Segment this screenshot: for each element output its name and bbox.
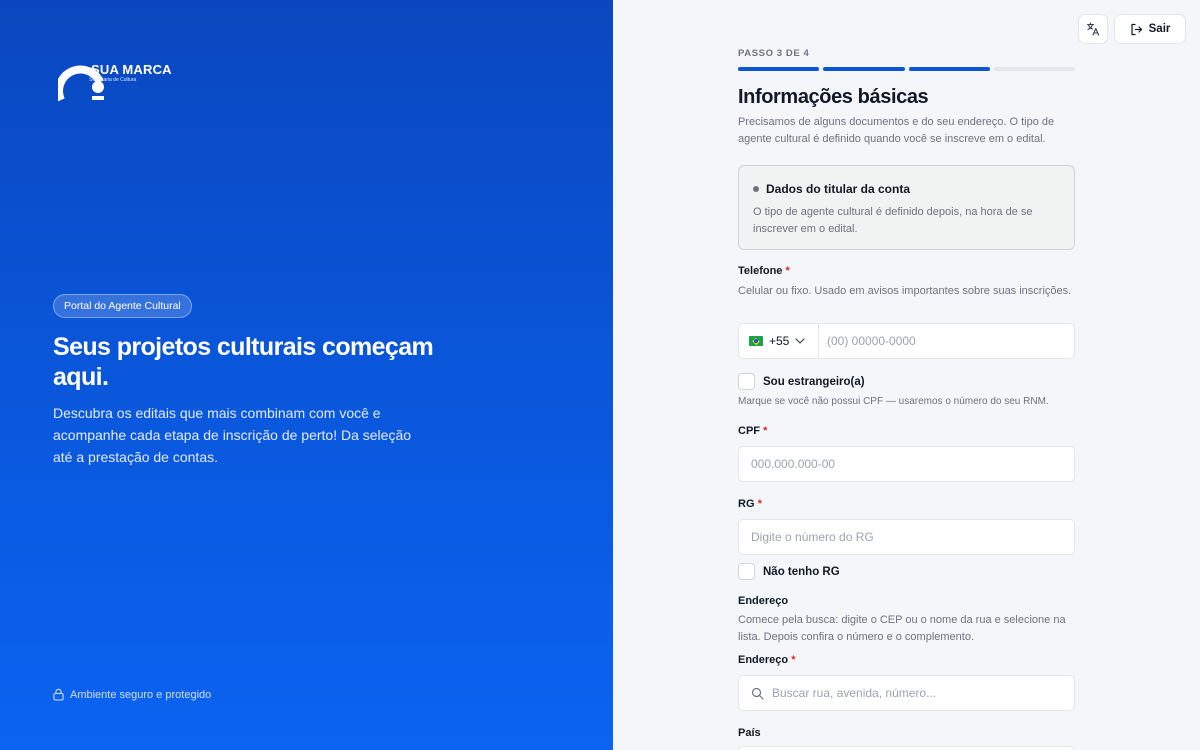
hero-description: Descubra os editais que mais combinam co… — [53, 405, 412, 465]
step-progress — [738, 67, 1075, 71]
cpf-label-text: CPF — [738, 425, 760, 437]
address-search-input[interactable]: Buscar rua, avenida, número... — [738, 675, 1075, 711]
country-code: +55 — [769, 334, 790, 348]
address-label-text: Endereço — [738, 654, 789, 666]
step-indicator: PASSO 3 DE 4 — [738, 48, 810, 59]
exit-button[interactable]: Sair — [1114, 14, 1186, 44]
progress-segment-1 — [738, 67, 820, 71]
phone-label: Telefone * — [738, 265, 790, 277]
search-icon — [751, 687, 764, 700]
hero-title: Seus projetos culturais começam aqui. — [53, 333, 434, 391]
brazil-flag-icon — [749, 336, 763, 346]
address-section-help: Comece pela busca: digite o CEP ou o nom… — [738, 614, 1066, 643]
logout-icon — [1131, 23, 1142, 35]
progress-segment-4 — [993, 67, 1075, 71]
address-section-title: Endereço — [738, 595, 789, 607]
portal-badge: Portal do Agente Cultural — [53, 294, 192, 318]
phone-help: Celular ou fixo. Usado em avisos importa… — [738, 285, 1072, 297]
security-note: Ambiente seguro e protegido — [53, 688, 211, 701]
required-mark: * — [757, 498, 762, 510]
brand-logo: SUA MARCA Secretaria de Cultura — [58, 60, 198, 104]
lock-icon — [53, 688, 64, 701]
translate-icon — [1086, 22, 1100, 36]
address-placeholder: Buscar rua, avenida, número... — [772, 686, 937, 700]
brand-subtitle: Secretaria de Cultura — [89, 77, 137, 83]
form-panel: Sair PASSO 3 DE 4 Informações básicas Pr… — [613, 0, 1200, 750]
security-note-text: Ambiente seguro e protegido — [70, 688, 212, 701]
info-box-title: Dados do titular da conta — [766, 182, 911, 196]
form-title: Informações básicas — [738, 86, 929, 108]
required-mark: * — [791, 654, 796, 666]
rg-input[interactable]: Digite o número do RG — [738, 519, 1075, 555]
rg-label: RG * — [738, 498, 762, 510]
brand-name: SUA MARCA — [91, 62, 172, 77]
required-mark: * — [763, 425, 768, 437]
no-rg-label: Não tenho RG — [763, 565, 840, 578]
address-label: Endereço * — [738, 654, 795, 666]
account-holder-info: Dados do titular da conta O tipo de agen… — [738, 165, 1075, 250]
chevron-down-icon — [795, 338, 805, 344]
checkbox-box[interactable] — [738, 563, 755, 580]
no-rg-checkbox[interactable]: Não tenho RG — [738, 563, 840, 580]
country-select[interactable] — [738, 746, 1075, 750]
phone-field: +55 (00) 00000-0000 — [738, 323, 1075, 359]
foreigner-label: Sou estrangeiro(a) — [763, 375, 865, 388]
country-label: País — [738, 727, 761, 739]
brand-panel: SUA MARCA Secretaria de Cultura Portal d… — [0, 0, 613, 750]
country-label-text: País — [738, 727, 761, 739]
info-box-text: O tipo de agente cultural é definido dep… — [753, 206, 1033, 235]
foreigner-help: Marque se você não possui CPF — usaremos… — [738, 396, 1049, 407]
progress-segment-3 — [908, 67, 990, 71]
cpf-input[interactable]: 000.000.000-00 — [738, 446, 1075, 482]
required-mark: * — [785, 265, 790, 277]
bullet-icon — [753, 186, 759, 192]
country-code-select[interactable]: +55 — [739, 324, 819, 358]
translate-button[interactable] — [1078, 14, 1108, 44]
foreigner-checkbox[interactable]: Sou estrangeiro(a) — [738, 373, 865, 390]
checkbox-box[interactable] — [738, 373, 755, 390]
progress-segment-2 — [823, 67, 905, 71]
phone-label-text: Telefone — [738, 265, 783, 277]
form-subtitle: Precisamos de alguns documentos e do seu… — [738, 116, 1055, 145]
cpf-label: CPF * — [738, 425, 767, 437]
phone-input[interactable]: (00) 00000-0000 — [819, 334, 916, 348]
info-box-heading: Dados do titular da conta — [753, 182, 910, 196]
rg-label-text: RG — [738, 498, 755, 510]
exit-label: Sair — [1148, 23, 1171, 35]
